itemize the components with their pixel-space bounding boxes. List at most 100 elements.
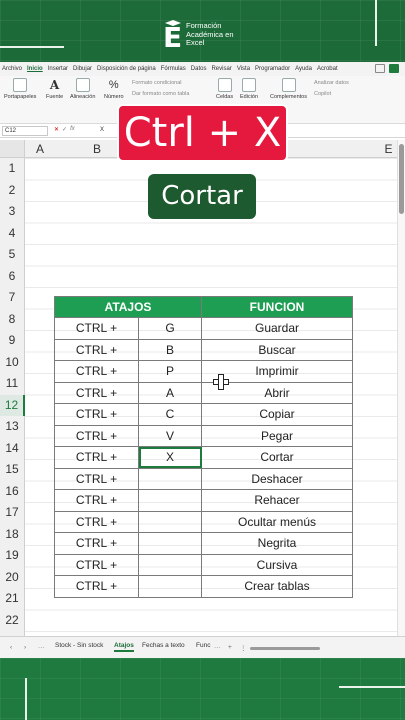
key-cell[interactable] [138,532,202,555]
column-header-e[interactable]: E [380,140,397,158]
analyze-data-button[interactable]: Analizar datos [314,80,349,86]
key-cell[interactable]: X [138,446,202,469]
key-cell[interactable]: G [138,317,202,340]
key-cell[interactable] [138,553,202,576]
function-cell[interactable]: Crear tablas [201,575,353,598]
header-funcion[interactable]: FUNCION [201,296,353,318]
row-header[interactable]: 1 [0,158,25,180]
key-cell[interactable]: V [138,424,202,447]
modifier-cell[interactable]: CTRL + [54,575,139,598]
comments-icon[interactable] [375,64,385,73]
function-cell[interactable]: Deshacer [201,467,353,490]
function-cell[interactable]: Pegar [201,424,353,447]
key-cell[interactable]: P [138,360,202,383]
edicion-group[interactable]: Edición [240,78,258,100]
prev-sheet-icon[interactable]: ‹ [10,644,12,651]
tab-dibujar[interactable]: Dibujar [73,66,92,72]
row-header[interactable]: 13 [0,416,25,438]
celdas-group[interactable]: Celdas [216,78,233,100]
row-header[interactable]: 16 [0,480,25,502]
row-header[interactable]: 4 [0,222,25,244]
modifier-cell[interactable]: CTRL + [54,381,139,404]
tab-ayuda[interactable]: Ayuda [295,66,312,72]
tab-acrobat[interactable]: Acrobat [317,66,338,72]
more-sheets-icon[interactable]: ··· [38,644,45,651]
scrollbar-thumb[interactable] [399,144,404,214]
conditional-format-button[interactable]: Formato condicional [132,80,189,86]
row-header[interactable]: 21 [0,588,25,610]
modifier-cell[interactable]: CTRL + [54,338,139,361]
tab-disposicion[interactable]: Disposición de página [97,66,156,72]
modifier-cell[interactable]: CTRL + [54,553,139,576]
row-header[interactable]: 7 [0,287,25,309]
more-sheets-icon[interactable]: ··· [214,644,221,651]
tab-formulas[interactable]: Fórmulas [161,66,186,72]
complementos-group[interactable]: Complementos [270,78,307,100]
modifier-cell[interactable]: CTRL + [54,403,139,426]
tab-options-icon[interactable]: ⋮ [240,644,247,652]
function-cell[interactable]: Cortar [201,446,353,469]
tab-programador[interactable]: Programador [255,66,290,72]
row-header[interactable]: 8 [0,308,25,330]
sheet-tab-stock[interactable]: Stock - Sin stock [55,642,103,649]
row-header[interactable]: 18 [0,523,25,545]
format-table-button[interactable]: Dar formato como tabla [132,91,189,97]
function-cell[interactable]: Negrita [201,532,353,555]
copilot-button[interactable]: Copilot [314,91,349,97]
function-cell[interactable]: Buscar [201,338,353,361]
column-header-a[interactable]: A [25,140,55,158]
sheet-tab-fechas[interactable]: Fechas a texto [142,642,185,649]
share-icon[interactable] [389,64,399,73]
key-cell[interactable] [138,575,202,598]
numero-group[interactable]: % Número [104,78,124,100]
row-header[interactable]: 11 [0,373,25,395]
row-header[interactable]: 15 [0,459,25,481]
key-cell[interactable] [138,467,202,490]
key-cell[interactable] [138,489,202,512]
key-cell[interactable]: C [138,403,202,426]
name-box[interactable]: C12 [2,126,48,136]
tab-vista[interactable]: Vista [237,66,250,72]
add-sheet-icon[interactable]: + [228,644,232,651]
fx-icon[interactable]: fx [70,126,75,133]
function-cell[interactable]: Guardar [201,317,353,340]
sheet-tab-func[interactable]: Func [196,642,210,649]
confirm-icon[interactable]: ✓ [62,126,67,133]
modifier-cell[interactable]: CTRL + [54,446,139,469]
row-header[interactable]: 22 [0,609,25,631]
tab-insertar[interactable]: Insertar [48,66,68,72]
tab-revisar[interactable]: Revisar [211,66,231,72]
key-cell[interactable]: B [138,338,202,361]
tab-datos[interactable]: Datos [191,66,207,72]
function-cell[interactable]: Rehacer [201,489,353,512]
modifier-cell[interactable]: CTRL + [54,360,139,383]
portapapeles-group[interactable]: Portapapeles [4,78,36,100]
row-header[interactable]: 19 [0,545,25,567]
formula-input[interactable]: X [100,127,104,133]
select-all-corner[interactable] [0,140,25,158]
row-header[interactable]: 2 [0,179,25,201]
modifier-cell[interactable]: CTRL + [54,317,139,340]
modifier-cell[interactable]: CTRL + [54,424,139,447]
row-header[interactable]: 10 [0,351,25,373]
header-atajos[interactable]: ATAJOS [54,296,202,318]
sheet-tab-atajos[interactable]: Atajos [114,642,134,652]
modifier-cell[interactable]: CTRL + [54,489,139,512]
modifier-cell[interactable]: CTRL + [54,510,139,533]
modifier-cell[interactable]: CTRL + [54,532,139,555]
function-cell[interactable]: Copiar [201,403,353,426]
function-cell[interactable]: Cursiva [201,553,353,576]
row-header[interactable]: 14 [0,437,25,459]
function-cell[interactable]: Ocultar menús [201,510,353,533]
row-header[interactable]: 5 [0,244,25,266]
modifier-cell[interactable]: CTRL + [54,467,139,490]
row-header[interactable]: 9 [0,330,25,352]
row-header[interactable]: 6 [0,265,25,287]
tab-inicio[interactable]: Inicio [27,66,43,72]
horizontal-scrollbar[interactable] [250,647,320,650]
key-cell[interactable]: A [138,381,202,404]
row-header[interactable]: 20 [0,566,25,588]
fuente-group[interactable]: A Fuente [46,78,63,100]
vertical-scrollbar[interactable] [397,140,405,636]
row-header[interactable]: 12 [0,394,25,416]
